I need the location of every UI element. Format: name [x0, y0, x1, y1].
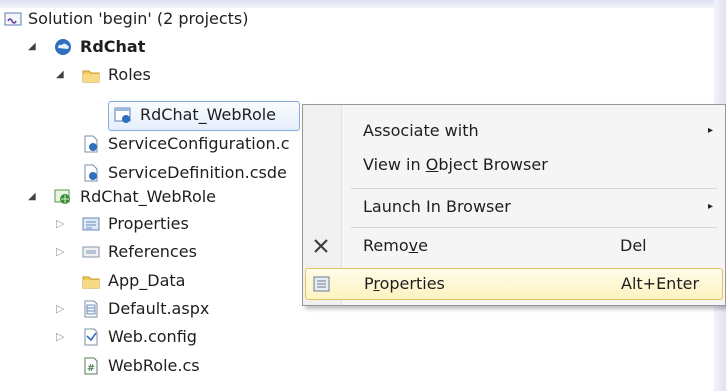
tree-item-service-configuration[interactable]: ServiceConfiguration.c: [0, 131, 302, 157]
cloud-project-icon: [55, 39, 71, 55]
expand-arrow-icon[interactable]: ◢: [28, 184, 36, 210]
tree-item-label: References: [108, 242, 197, 261]
menu-item-label: Properties: [364, 274, 445, 293]
menu-item-properties[interactable]: Properties Alt+Enter: [305, 268, 723, 300]
menu-separator: [351, 188, 717, 189]
tree-item-properties[interactable]: ▷ Properties: [0, 211, 300, 237]
tree-item-webrole-ref[interactable]: RdChat_WebRole: [0, 102, 300, 128]
collapsed-arrow-icon[interactable]: ▷: [56, 239, 64, 265]
tree-item-service-definition[interactable]: ServiceDefinition.csde: [0, 160, 302, 186]
tree-item-label: RdChat: [80, 37, 146, 56]
web-role-icon: [114, 107, 131, 123]
tree-item-label: Properties: [108, 214, 189, 233]
config-file-icon: [84, 164, 98, 182]
tree-item-webrole-project[interactable]: ◢ RdChat_WebRole: [0, 184, 300, 210]
menu-separator: [351, 227, 717, 228]
menu-item-shortcut: Del: [620, 236, 647, 255]
tree-item-label: Roles: [108, 65, 151, 84]
tree-item-label: Solution 'begin' (2 projects): [28, 9, 249, 28]
menu-item-view-in-object-browser[interactable]: View in Object Browser: [303, 148, 725, 182]
expand-arrow-icon[interactable]: ◢: [56, 62, 64, 88]
tree-item-label: RdChat_WebRole: [80, 187, 217, 206]
menu-item-launch-in-browser[interactable]: Launch In Browser ▸: [303, 190, 725, 224]
tree-item-solution[interactable]: Solution 'begin' (2 projects): [0, 6, 300, 32]
menu-item-label: Remove: [363, 236, 428, 255]
tree-item-label: Default.aspx: [108, 299, 210, 318]
tree-item-label: ServiceDefinition.csde: [108, 163, 287, 182]
menu-item-label: Associate with: [363, 121, 479, 140]
web-project-icon: [54, 189, 70, 204]
config-file-icon: [84, 135, 98, 153]
menu-item-shortcut: Alt+Enter: [621, 274, 700, 293]
close-icon: [314, 239, 328, 253]
submenu-arrow-icon: ▸: [708, 125, 714, 136]
references-icon: [82, 246, 100, 258]
collapsed-arrow-icon[interactable]: ▷: [56, 211, 64, 237]
csharp-file-icon: #: [84, 357, 98, 375]
config-file-icon: [84, 328, 98, 346]
submenu-arrow-icon: ▸: [708, 201, 714, 212]
tree-item-app-data[interactable]: App_Data: [0, 268, 300, 294]
menu-item-label: View in Object Browser: [363, 155, 548, 174]
folder-icon: [82, 70, 100, 83]
collapsed-arrow-icon[interactable]: ▷: [56, 324, 64, 350]
tree-item-label: RdChat_WebRole: [140, 105, 277, 124]
collapsed-arrow-icon[interactable]: ▷: [56, 296, 64, 322]
aspx-file-icon: [84, 300, 98, 318]
tree-item-label: Web.config: [108, 327, 197, 346]
expand-arrow-icon[interactable]: ◢: [28, 34, 36, 60]
tree-item-roles[interactable]: ◢ Roles: [0, 62, 200, 88]
tree-item-web-config[interactable]: ▷ Web.config: [0, 324, 300, 350]
menu-item-associate-with[interactable]: Associate with ▸: [303, 114, 725, 148]
tree-item-references[interactable]: ▷ References: [0, 239, 300, 265]
tree-item-label: WebRole.cs: [108, 356, 200, 375]
svg-text:#: #: [87, 363, 95, 374]
context-menu: Associate with ▸ View in Object Browser …: [302, 104, 726, 306]
menu-item-label: Launch In Browser: [363, 197, 511, 216]
folder-icon: [82, 276, 100, 289]
tree-item-label: ServiceConfiguration.c: [108, 134, 290, 153]
tree-item-webrole-cs[interactable]: # WebRole.cs: [0, 353, 300, 379]
tree-item-default-aspx[interactable]: ▷ Default.aspx: [0, 296, 300, 322]
properties-icon: [313, 276, 330, 292]
solution-icon: [4, 12, 22, 26]
tree-item-label: App_Data: [108, 271, 186, 290]
tree-item-rdchat[interactable]: ◢ RdChat: [0, 34, 200, 60]
properties-icon: [82, 217, 100, 231]
menu-item-remove[interactable]: Remove Del: [303, 229, 725, 263]
